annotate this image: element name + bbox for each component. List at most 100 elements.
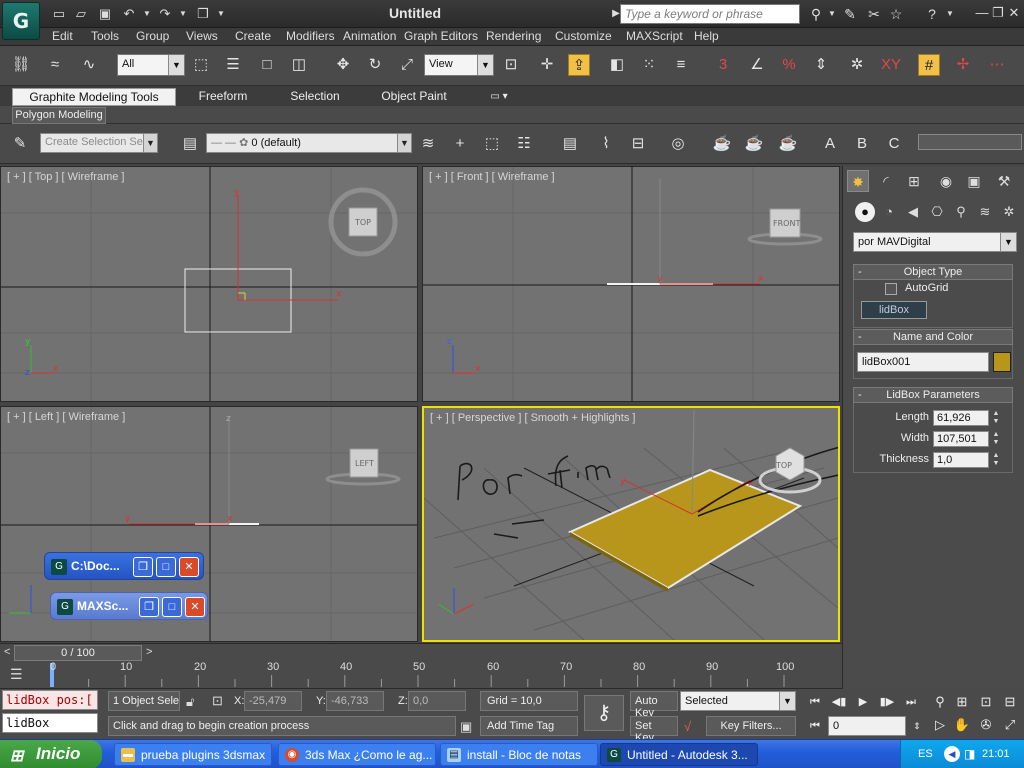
set-current-layer-icon[interactable]: ☷: [512, 132, 536, 156]
time-configuration-icon[interactable]: ⇕: [908, 717, 926, 735]
tab-selection[interactable]: Selection: [282, 88, 348, 106]
shapes-icon[interactable]: ◔: [879, 202, 899, 222]
hierarchy-panel-icon[interactable]: ⊞: [903, 170, 925, 192]
start-button[interactable]: ⊞ Inicio: [0, 740, 102, 768]
render-preset-b-icon[interactable]: B: [850, 132, 874, 156]
maxscript-listener-input[interactable]: lidBox pos:[: [2, 690, 98, 710]
current-frame-input[interactable]: 0: [828, 716, 906, 736]
zoom-extents-all-icon[interactable]: ⊟: [1000, 692, 1020, 712]
thickness-input[interactable]: 1,0: [933, 452, 989, 468]
select-and-scale-icon[interactable]: ⤢: [396, 54, 418, 76]
time-slider-thumb[interactable]: 0 / 100: [14, 645, 142, 661]
thickness-spinner[interactable]: ▲ ▼: [991, 452, 1001, 468]
search-dropdown-icon[interactable]: ▼: [822, 4, 842, 24]
save-icon[interactable]: ▣: [96, 5, 114, 22]
key-filters-button[interactable]: Key Filters...: [706, 716, 796, 736]
taskbar-item-browser[interactable]: ◉ 3ds Max ¿Como le ag...: [278, 743, 436, 766]
pivot-center-icon[interactable]: ⊡: [500, 54, 522, 76]
project-folder-icon[interactable]: ❐: [194, 5, 212, 22]
keyboard-shortcut-override-icon[interactable]: ⇪: [568, 54, 590, 76]
tab-object-paint[interactable]: Object Paint: [376, 88, 452, 106]
endpoint-snap-icon[interactable]: ⋯: [986, 54, 1008, 76]
next-frame-icon[interactable]: ▮▶: [878, 693, 896, 711]
redo-dropdown-icon[interactable]: ▼: [174, 5, 192, 22]
select-object-icon[interactable]: ⬚: [190, 54, 212, 76]
zoom-extents-icon[interactable]: ⊡: [976, 692, 996, 712]
lights-icon[interactable]: ◀: [903, 202, 923, 222]
menu-edit[interactable]: Edit: [52, 29, 73, 43]
select-and-move-icon[interactable]: ✥: [332, 54, 354, 76]
layer-manager-icon[interactable]: ▤: [178, 132, 202, 156]
search-input[interactable]: Type a keyword or phrase: [620, 4, 800, 24]
maxscript-listener-output[interactable]: lidBox: [2, 713, 98, 733]
grid-snap-icon[interactable]: #: [918, 54, 940, 76]
viewport-label-top[interactable]: [ + ] [ Top ] [ Wireframe ]: [7, 171, 124, 183]
named-selection-dropdown[interactable]: Create Selection Se ▼: [40, 133, 158, 153]
app-logo[interactable]: G: [2, 2, 40, 40]
width-spinner[interactable]: ▲ ▼: [991, 431, 1001, 447]
tab-freeform[interactable]: Freeform: [190, 88, 256, 106]
viewport-label-left[interactable]: [ + ] [ Left ] [ Wireframe ]: [7, 411, 125, 423]
object-name-input[interactable]: lidBox001: [857, 352, 989, 372]
cameras-icon[interactable]: ⎔: [927, 202, 947, 222]
z-coordinate-input[interactable]: 0,0: [408, 691, 466, 711]
close-icon[interactable]: ✕: [1006, 4, 1022, 22]
transform-gizmo-front[interactable]: x y: [657, 179, 764, 285]
select-objects-in-layer-icon[interactable]: ⬚: [480, 132, 504, 156]
menu-rendering[interactable]: Rendering: [486, 29, 541, 43]
go-to-end-icon[interactable]: ⏭: [902, 693, 920, 711]
time-slider-prev-icon[interactable]: <: [4, 646, 10, 658]
restore-icon[interactable]: ❐: [133, 557, 153, 577]
tab-polygon-modeling[interactable]: Polygon Modeling: [12, 107, 106, 124]
maximize-icon[interactable]: □: [156, 557, 176, 577]
snaps-3d-icon[interactable]: 3: [712, 54, 734, 76]
scene-explorer-icon[interactable]: ▤: [558, 132, 582, 156]
percent-snap-icon[interactable]: %: [778, 54, 800, 76]
maximize-icon[interactable]: □: [162, 597, 182, 617]
array-icon[interactable]: ⁙: [638, 54, 660, 76]
add-selection-to-layer-icon[interactable]: +: [448, 132, 472, 156]
language-indicator[interactable]: ES: [918, 748, 933, 760]
select-by-name-icon[interactable]: ☰: [222, 54, 244, 76]
tray-app-icon[interactable]: ◨: [964, 747, 975, 761]
width-input[interactable]: 107,501: [933, 431, 989, 447]
modify-panel-icon[interactable]: ◜: [875, 170, 897, 192]
key-mode-icon[interactable]: ⏮: [806, 717, 824, 735]
track-field[interactable]: [918, 134, 1022, 150]
length-input[interactable]: 61,926: [933, 410, 989, 426]
key-filter-dropdown[interactable]: Selected ▼: [680, 691, 796, 711]
display-panel-icon[interactable]: ▣: [963, 170, 985, 192]
minimize-icon[interactable]: —: [974, 4, 990, 22]
quick-access-dropdown-icon[interactable]: ▼: [212, 5, 230, 22]
play-icon[interactable]: ▶: [854, 693, 872, 711]
rectangular-selection-icon[interactable]: □: [256, 54, 278, 76]
reference-coordinate-dropdown[interactable]: View ▼: [424, 54, 494, 76]
create-new-layer-icon[interactable]: ≋: [416, 132, 440, 156]
render-production-icon[interactable]: ☕: [776, 132, 800, 156]
transform-gizmo-left[interactable]: y x z: [125, 414, 233, 525]
layer-dropdown[interactable]: — — ✿ 0 (default) ▼: [206, 133, 412, 153]
ribbon-options-icon[interactable]: ▭ ▾: [484, 88, 514, 106]
subscription-icon[interactable]: ✎: [840, 4, 860, 24]
helpers-icon[interactable]: ⚲: [951, 202, 971, 222]
tray-arrow-icon[interactable]: ◀: [944, 746, 960, 762]
render-preset-a-icon[interactable]: A: [818, 132, 842, 156]
close-icon[interactable]: ✕: [185, 597, 205, 617]
window-crossing-icon[interactable]: ◫: [288, 54, 310, 76]
new-file-icon[interactable]: ▭: [50, 5, 68, 22]
object-color-swatch[interactable]: [993, 352, 1011, 372]
menu-customize[interactable]: Customize: [555, 29, 612, 43]
help-dropdown-icon[interactable]: ▼: [940, 4, 960, 24]
rendered-frame-window-icon[interactable]: ☕: [742, 132, 766, 156]
add-time-tag-button[interactable]: Add Time Tag: [480, 716, 578, 736]
x-coordinate-input[interactable]: -25,479: [244, 691, 302, 711]
track-bar[interactable]: ☰ 0 10 20 30 40 50 60 70 80 90 100: [0, 661, 842, 689]
select-and-link-icon[interactable]: ⛓: [10, 54, 32, 76]
taskbar-item-3dsmax[interactable]: G Untitled - Autodesk 3...: [600, 743, 758, 766]
menu-modifiers[interactable]: Modifiers: [286, 29, 335, 43]
motion-panel-icon[interactable]: ◉: [935, 170, 957, 192]
restore-icon[interactable]: ❐: [990, 4, 1006, 22]
viewport-label-perspective[interactable]: [ + ] [ Perspective ] [ Smooth + Highlig…: [430, 412, 635, 424]
selection-filter-dropdown[interactable]: All ▼: [117, 54, 185, 76]
menu-group[interactable]: Group: [136, 29, 169, 43]
